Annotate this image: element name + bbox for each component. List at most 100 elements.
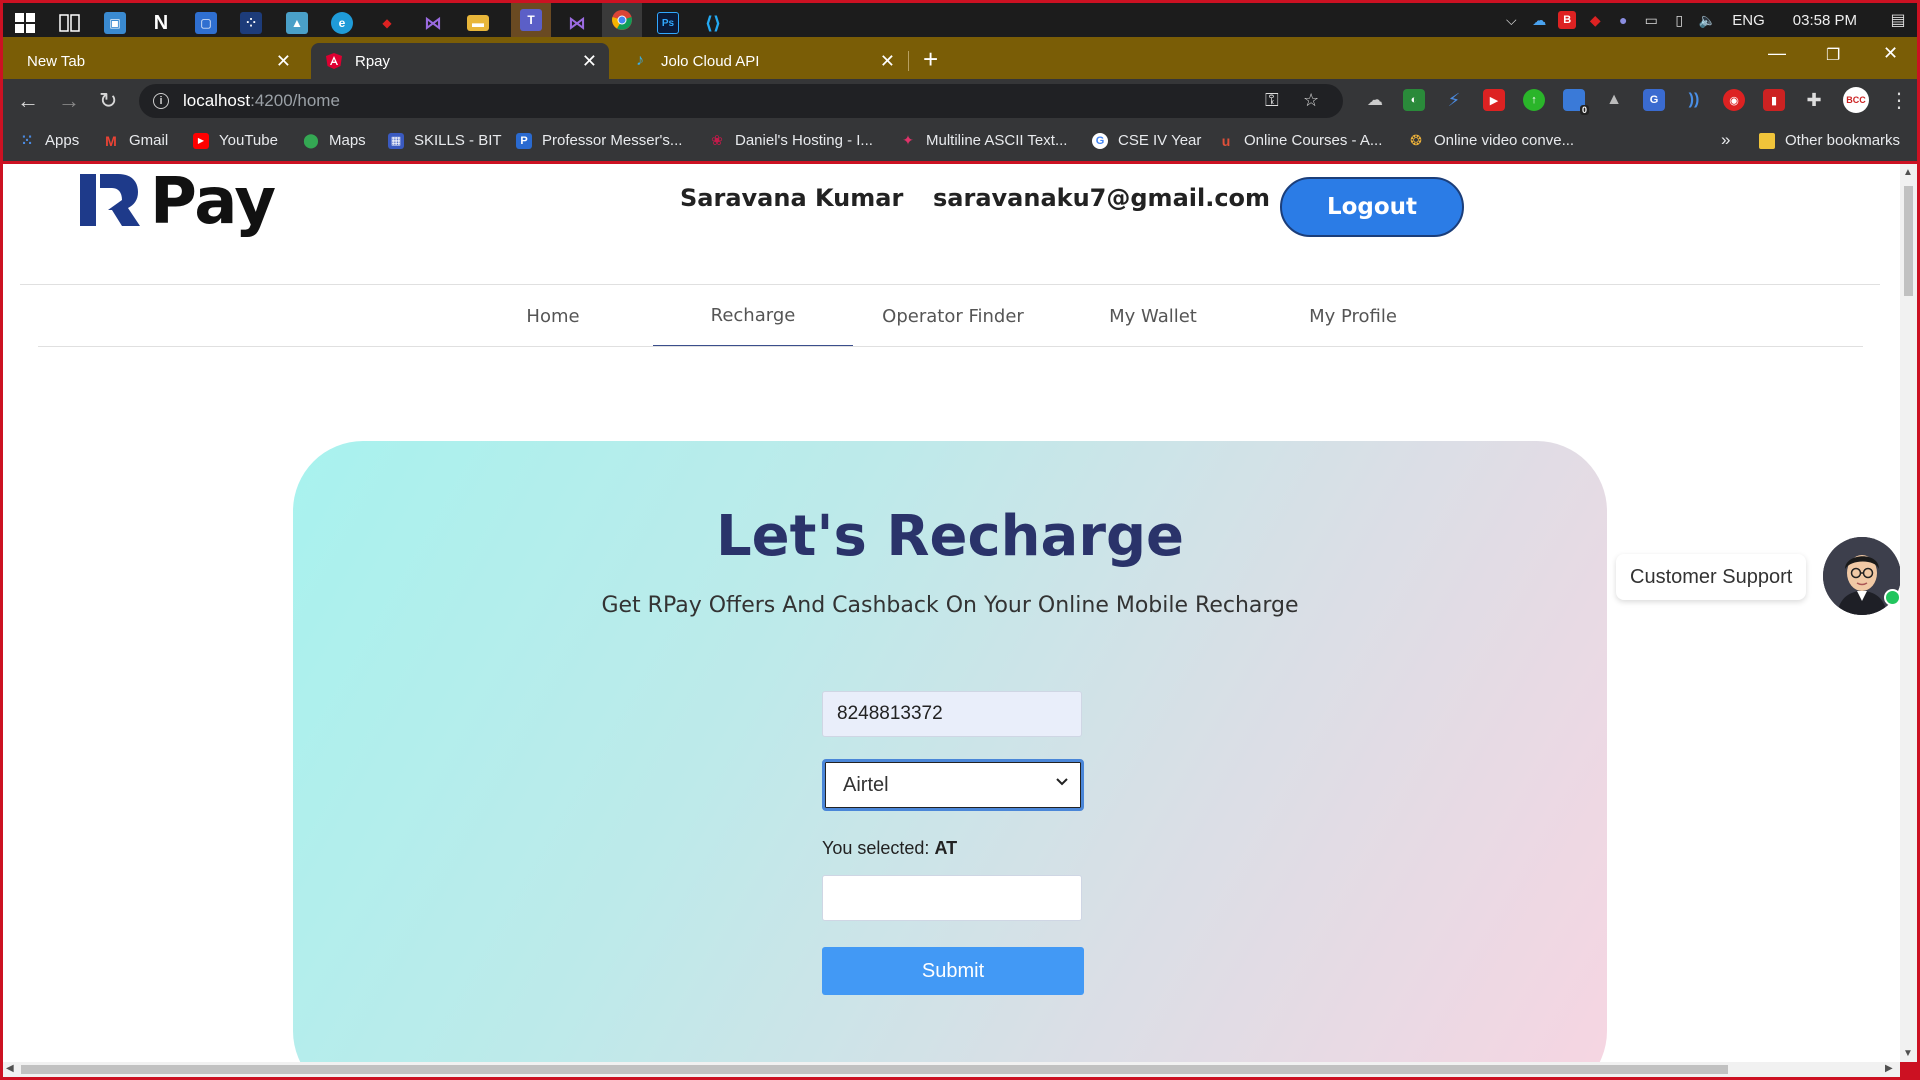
app-icon-dots[interactable]: ⁘	[231, 6, 271, 40]
bookmark-other-bookmarks[interactable]: Other bookmarks	[1759, 132, 1900, 149]
extension-badge-icon[interactable]: 0	[1563, 89, 1589, 115]
vertical-scroll-thumb[interactable]	[1904, 186, 1913, 296]
edge-icon[interactable]: e	[322, 6, 362, 40]
app-tray-b-icon[interactable]: B	[1558, 11, 1577, 29]
onedrive-icon[interactable]: ☁	[1530, 11, 1548, 29]
tab-new-tab[interactable]: New Tab ✕	[13, 43, 303, 79]
scroll-right-icon[interactable]: ▶	[1885, 1063, 1893, 1074]
bookmark-cse-iv-year[interactable]: G CSE IV Year	[1092, 132, 1201, 149]
language-indicator[interactable]: ENG	[1732, 12, 1765, 29]
operator-select[interactable]: Airtel	[822, 759, 1084, 811]
extension-wave-icon[interactable]: ))	[1683, 89, 1705, 111]
bookmark-maps[interactable]: ⬤ Maps	[303, 132, 366, 149]
address-bar[interactable]: i localhost:4200/home ⚿ ☆	[139, 84, 1343, 118]
skills-bit-icon: ▦	[388, 132, 404, 149]
bookmark-daniels-hosting[interactable]: ❀ Daniel's Hosting - I...	[709, 132, 873, 149]
windows-start-icon[interactable]	[5, 6, 45, 40]
site-info-icon[interactable]: i	[153, 93, 169, 109]
teams-icon[interactable]: T	[511, 3, 551, 37]
chevron-up-icon[interactable]: ⌵	[1502, 11, 1520, 29]
notifications-icon[interactable]: ▤	[1889, 11, 1907, 29]
menu-kebab-icon[interactable]: ⋮	[1889, 87, 1909, 115]
tab-label: Rpay	[355, 52, 391, 70]
bookmark-online-courses[interactable]: u Online Courses - A...	[1218, 132, 1383, 149]
star-bookmark-icon[interactable]: ☆	[1303, 90, 1319, 111]
app-icon-red[interactable]: ◆	[367, 6, 407, 40]
vertical-scrollbar[interactable]: ▲ ▼	[1900, 164, 1917, 1062]
photoshop-icon[interactable]: Ps	[648, 6, 688, 40]
close-icon[interactable]: ✕	[276, 51, 291, 72]
extension-green-circle-icon[interactable]: ↑	[1523, 89, 1545, 111]
logout-button[interactable]: Logout	[1280, 177, 1464, 237]
scroll-up-icon[interactable]: ▲	[1903, 167, 1913, 178]
extension-drive-icon[interactable]: ▲	[1603, 89, 1625, 111]
chrome-icon[interactable]	[602, 3, 642, 37]
video-converter-icon: ❂	[1410, 132, 1422, 148]
vscode-icon[interactable]: ⟨⟩	[693, 6, 733, 40]
nav-recharge[interactable]: Recharge	[653, 285, 853, 347]
extensions-puzzle-icon[interactable]: ✚	[1803, 89, 1825, 111]
horizontal-scrollbar[interactable]: ◀ ▶	[3, 1062, 1900, 1077]
reload-icon[interactable]: ↻	[99, 87, 117, 115]
scroll-left-icon[interactable]: ◀	[6, 1063, 14, 1074]
bookmarks-overflow-icon[interactable]: »	[1721, 130, 1730, 150]
customer-support-label[interactable]: Customer Support	[1616, 554, 1807, 600]
window-close-icon[interactable]: ✕	[1883, 43, 1898, 64]
visual-studio-icon[interactable]: ⋈	[413, 6, 453, 40]
bookmark-online-video[interactable]: ❂ Online video conve...	[1408, 132, 1574, 149]
bookmark-gmail[interactable]: M Gmail	[103, 132, 168, 149]
scroll-down-icon[interactable]: ▼	[1903, 1048, 1913, 1059]
app-icon-tablet[interactable]: ▢	[186, 6, 226, 40]
app-tray-red-icon[interactable]: ◆	[1586, 11, 1604, 29]
extension-pdf-icon[interactable]: ▮	[1763, 89, 1785, 111]
back-arrow-icon[interactable]: ←	[17, 87, 39, 115]
nav-my-profile[interactable]: My Profile	[1253, 285, 1453, 347]
nav-my-wallet[interactable]: My Wallet	[1053, 285, 1253, 347]
profile-avatar[interactable]: BCC	[1843, 87, 1869, 113]
clock[interactable]: 03:58 PM	[1793, 12, 1857, 29]
tab-divider	[908, 51, 909, 71]
teams-tray-icon[interactable]: ●	[1614, 11, 1632, 29]
url-text[interactable]: localhost:4200/home	[183, 91, 340, 111]
nav-home[interactable]: Home	[453, 285, 653, 347]
tab-label: New Tab	[27, 52, 86, 70]
translate-icon[interactable]: G	[1643, 89, 1665, 111]
bookmark-youtube[interactable]: ▶ YouTube	[193, 132, 278, 149]
notion-icon[interactable]: N	[141, 6, 181, 40]
app-icon-monitor[interactable]: ▣	[95, 6, 135, 40]
minimize-icon[interactable]: —	[1768, 43, 1786, 64]
angular-icon	[325, 52, 343, 70]
extension-red-icon[interactable]: ▶	[1483, 89, 1505, 111]
extension-red-badge-icon[interactable]: ◉	[1723, 89, 1745, 111]
bookmark-skills-bit[interactable]: ▦ SKILLS - BIT	[388, 132, 502, 149]
bookmark-apps[interactable]: ⁙ Apps	[19, 132, 79, 149]
new-tab-plus-icon[interactable]: +	[923, 46, 938, 72]
network-icon[interactable]: ▯	[1670, 11, 1688, 29]
restore-icon[interactable]: ❐	[1826, 45, 1840, 65]
submit-button[interactable]: Submit	[822, 947, 1084, 995]
bookmark-professor-messer[interactable]: P Professor Messer's...	[516, 132, 682, 149]
extension-bolt-icon[interactable]: ⚡	[1443, 89, 1465, 111]
tab-jolo-cloud-api[interactable]: ♪ Jolo Cloud API ✕	[617, 43, 907, 79]
extension-cloud-icon[interactable]: ☁	[1364, 89, 1386, 111]
extension-green-icon[interactable]: ◐	[1403, 89, 1425, 111]
amount-input[interactable]	[822, 875, 1082, 921]
bookmark-multiline-ascii[interactable]: ✦ Multiline ASCII Text...	[900, 132, 1067, 149]
key-icon[interactable]: ⚿	[1265, 90, 1279, 111]
task-view-icon[interactable]	[50, 6, 90, 40]
forward-arrow-icon[interactable]: →	[58, 87, 80, 115]
file-explorer-icon[interactable]: ▬	[458, 6, 498, 40]
rpay-logo[interactable]: Pay	[78, 170, 276, 234]
visual-studio-icon-2[interactable]: ⋈	[557, 6, 597, 40]
close-icon[interactable]: ✕	[880, 51, 895, 72]
nav-operator-finder[interactable]: Operator Finder	[853, 285, 1053, 347]
horizontal-scroll-thumb[interactable]	[21, 1065, 1728, 1074]
volume-icon[interactable]: 🔈	[1698, 11, 1716, 29]
tab-rpay[interactable]: Rpay ✕	[311, 43, 609, 79]
gmail-icon: M	[105, 132, 117, 149]
battery-icon[interactable]: ▭	[1642, 11, 1660, 29]
close-icon[interactable]: ✕	[582, 51, 597, 72]
online-status-indicator	[1884, 589, 1900, 606]
mobile-number-input[interactable]: 8248813372	[822, 691, 1082, 737]
photos-icon[interactable]: ▲	[277, 6, 317, 40]
